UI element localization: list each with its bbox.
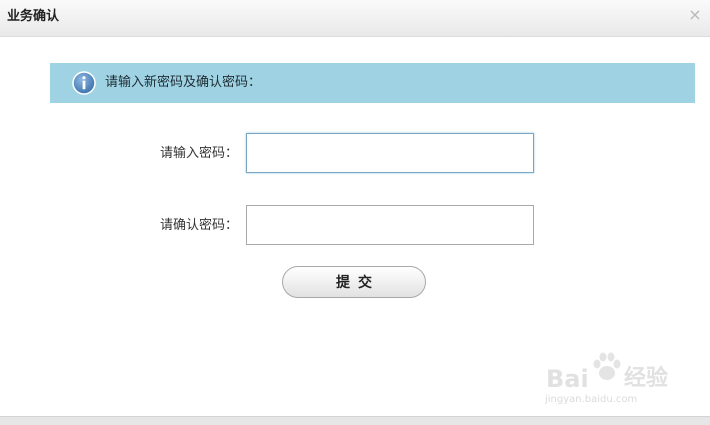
close-icon[interactable]: × <box>688 7 702 23</box>
submit-button[interactable]: 提交 <box>282 266 426 298</box>
info-message: 请输入新密码及确认密码： <box>105 75 262 90</box>
info-icon <box>72 71 96 95</box>
watermark-url: jingyan.baidu.com <box>545 394 638 405</box>
business-confirm-dialog: 业务确认 × 请输入新密码及确认密码： 请输入密码： 请确认密码： 提交 Bai… <box>0 0 710 425</box>
password-label: 请输入密码： <box>159 146 238 161</box>
confirm-password-label: 请确认密码： <box>159 218 238 233</box>
watermark: Bai 经验 jingyan.baidu.com <box>540 352 690 412</box>
watermark-brand-cn: 经验 <box>624 366 669 391</box>
paw-logo-icon <box>593 352 621 380</box>
bottom-strip <box>0 416 710 425</box>
info-banner: 请输入新密码及确认密码： <box>50 63 695 103</box>
dialog-title: 业务确认 <box>7 9 60 24</box>
dialog-titlebar: 业务确认 × <box>0 0 710 37</box>
password-input[interactable] <box>246 133 534 173</box>
watermark-brand: Bai <box>546 365 589 393</box>
confirm-password-input[interactable] <box>246 205 534 245</box>
